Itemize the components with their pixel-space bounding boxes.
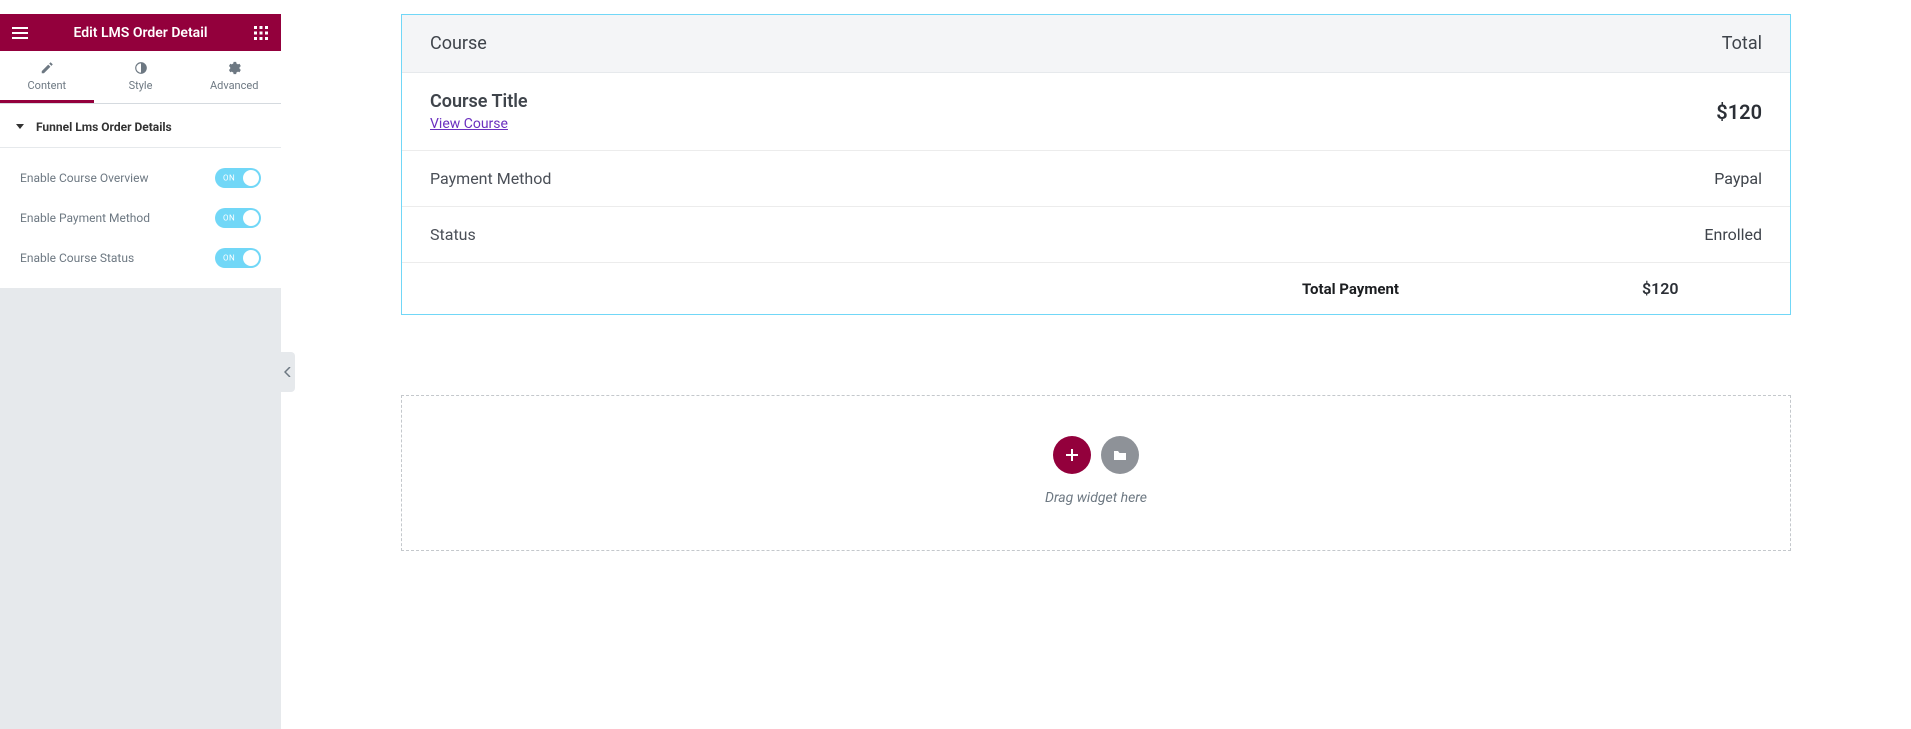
control-course-overview: Enable Course Overview ON <box>20 158 261 198</box>
dropzone-buttons <box>402 436 1790 474</box>
tab-advanced[interactable]: Advanced <box>187 51 281 103</box>
pencil-icon <box>40 61 54 75</box>
folder-icon <box>1113 448 1127 462</box>
order-detail-widget[interactable]: Course Total Course Title View Course $1… <box>401 14 1791 315</box>
section-header[interactable]: Funnel Lms Order Details <box>0 104 281 148</box>
tab-content-label: Content <box>28 79 67 92</box>
dropzone-text: Drag widget here <box>402 490 1790 506</box>
contrast-icon <box>134 61 148 75</box>
sidebar-panel: Edit LMS Order Detail Content Style Adva… <box>0 14 281 729</box>
add-section-dropzone[interactable]: Drag widget here <box>401 395 1791 551</box>
total-payment-label: Total Payment <box>1302 280 1642 298</box>
toggle-state-label: ON <box>223 174 235 183</box>
tab-advanced-label: Advanced <box>210 79 258 92</box>
tab-content[interactable]: Content <box>0 51 94 103</box>
menu-icon[interactable] <box>12 25 28 41</box>
template-library-button[interactable] <box>1101 436 1139 474</box>
view-course-link[interactable]: View Course <box>430 116 528 132</box>
payment-method-label: Payment Method <box>430 169 551 188</box>
add-section-button[interactable] <box>1053 436 1091 474</box>
main-canvas: Course Total Course Title View Course $1… <box>281 14 1911 551</box>
sidebar-header: Edit LMS Order Detail <box>0 14 281 51</box>
order-row-course: Course Title View Course $120 <box>402 73 1790 151</box>
header-total: Total <box>1722 33 1762 54</box>
total-payment-value: $120 <box>1642 279 1762 298</box>
control-label: Enable Payment Method <box>20 211 150 225</box>
payment-method-value: Paypal <box>1714 169 1762 188</box>
status-label: Status <box>430 225 476 244</box>
order-header: Course Total <box>402 15 1790 73</box>
toggle-course-overview[interactable]: ON <box>215 168 261 188</box>
toggle-knob <box>243 170 259 186</box>
toggle-state-label: ON <box>223 214 235 223</box>
tab-style-label: Style <box>129 79 153 92</box>
sidebar-controls: Enable Course Overview ON Enable Payment… <box>0 148 281 288</box>
section-title: Funnel Lms Order Details <box>36 120 172 134</box>
chevron-down-icon <box>16 124 24 129</box>
control-payment-method: Enable Payment Method ON <box>20 198 261 238</box>
gear-icon <box>227 61 241 75</box>
status-value: Enrolled <box>1704 225 1762 244</box>
control-label: Enable Course Status <box>20 251 134 265</box>
toggle-knob <box>243 210 259 226</box>
toggle-knob <box>243 250 259 266</box>
course-title: Course Title <box>430 91 528 112</box>
course-price: $120 <box>1716 100 1762 124</box>
header-course: Course <box>430 33 487 54</box>
toggle-payment-method[interactable]: ON <box>215 208 261 228</box>
plus-icon <box>1065 448 1079 462</box>
apps-icon[interactable] <box>253 25 269 41</box>
chevron-left-icon <box>284 367 292 377</box>
sidebar-tabs: Content Style Advanced <box>0 51 281 104</box>
order-row-status: Status Enrolled <box>402 207 1790 263</box>
collapse-sidebar-button[interactable] <box>281 352 295 392</box>
control-label: Enable Course Overview <box>20 171 148 185</box>
total-payment-row: Total Payment $120 <box>402 263 1790 314</box>
control-course-status: Enable Course Status ON <box>20 238 261 278</box>
toggle-state-label: ON <box>223 254 235 263</box>
tab-style[interactable]: Style <box>94 51 188 103</box>
order-row-payment: Payment Method Paypal <box>402 151 1790 207</box>
toggle-course-status[interactable]: ON <box>215 248 261 268</box>
panel-title: Edit LMS Order Detail <box>74 25 208 41</box>
